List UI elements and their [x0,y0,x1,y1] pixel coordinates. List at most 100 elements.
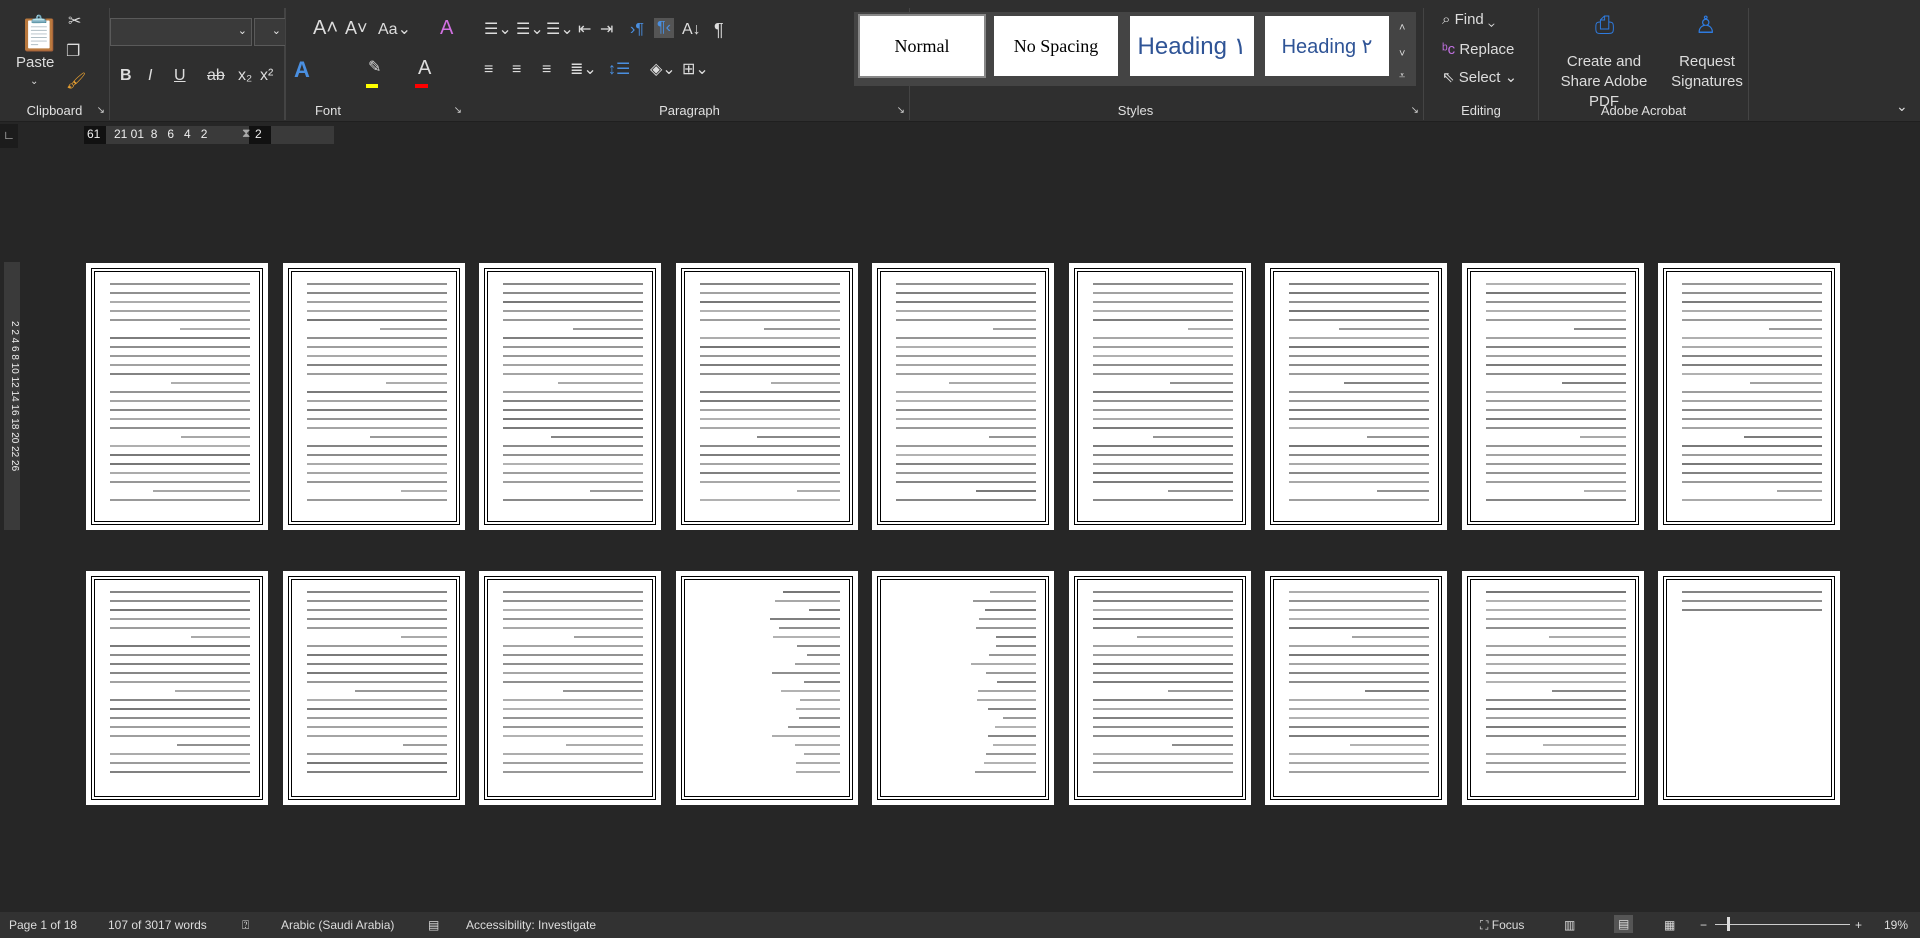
style-normal[interactable]: Normal [858,14,986,78]
style-heading-1[interactable]: Heading ١ [1130,16,1254,76]
page-thumbnail[interactable] [1068,263,1251,530]
styles-more[interactable]: ⩡ [1399,66,1405,86]
ltr-icon[interactable]: ›¶ [630,20,644,40]
page-indicator[interactable]: Page 1 of 18 [9,918,77,932]
page-thumbnail[interactable] [479,263,661,530]
zoom-slider-thumb[interactable] [1727,917,1730,931]
align-left-icon[interactable]: ≡ [484,60,493,80]
word-count[interactable]: 107 of 3017 words [108,918,207,932]
font-color-icon[interactable]: A [418,58,431,78]
text-line [699,481,840,483]
shrink-font-icon[interactable]: A˅ [345,18,368,38]
page-thumbnail[interactable] [86,571,268,805]
select-button[interactable]: ⇖ Select ⌄ [1442,68,1517,88]
text-line [379,328,447,330]
align-center-icon[interactable]: ≡ [512,60,521,80]
proofing-icon[interactable]: ⍰ [242,918,249,933]
show-formatting-icon[interactable]: ¶ [714,20,724,40]
zoom-slider[interactable] [1715,924,1850,925]
borders-icon[interactable]: ⊞⌄ [682,60,709,80]
style-no-spacing[interactable]: No Spacing [994,16,1118,76]
multilevel-list-icon[interactable]: ☰⌄ [546,20,574,40]
change-case-icon[interactable]: Aa⌄ [378,20,411,40]
indent-marker[interactable]: ⧗ [242,126,250,141]
numbering-icon[interactable]: ☰⌄ [516,20,544,40]
styles-scroll-down[interactable]: ˅ [1399,44,1405,64]
collapse-ribbon-icon[interactable]: ⌄ [1896,96,1908,116]
macro-icon[interactable]: ▤ [428,918,439,932]
text-line [772,636,840,638]
font-launcher-icon[interactable]: ↘ [454,105,462,116]
text-line [1092,672,1233,674]
text-effects-icon[interactable]: A [294,59,310,81]
text-line [503,283,643,285]
page-thumbnail[interactable] [675,571,858,805]
cut-icon[interactable]: ✂ [68,12,81,32]
underline-button[interactable]: U [174,66,186,86]
page-thumbnail[interactable] [1658,571,1840,805]
focus-button[interactable]: ⛶ Focus [1480,918,1524,933]
search-icon: ⌕ [1442,11,1451,28]
text-line [110,355,250,357]
bold-button[interactable]: B [120,66,132,86]
page-thumbnail[interactable] [872,571,1054,805]
zoom-out-button[interactable]: − [1700,918,1707,932]
replace-button[interactable]: ᵇc Replace [1442,40,1514,60]
shading-icon[interactable]: ◈⌄ [650,60,676,80]
page-thumbnail[interactable] [1265,263,1447,530]
page-thumbnail[interactable] [1068,571,1251,805]
page-thumbnail[interactable] [675,263,858,530]
clear-formatting-icon[interactable]: A [440,18,453,38]
decrease-indent-icon[interactable]: ⇤ [578,20,591,40]
bullets-icon[interactable]: ☰⌄ [484,20,512,40]
text-line [1485,373,1626,375]
increase-indent-icon[interactable]: ⇥ [600,20,613,40]
text-line [699,427,840,429]
text-line [503,726,643,728]
page-thumbnail[interactable] [1658,263,1840,530]
highlight-icon[interactable]: ✎ [368,58,381,78]
page-thumbnail[interactable] [1265,571,1447,805]
page-thumbnail[interactable] [282,263,465,530]
page-thumbnail[interactable] [872,263,1054,530]
zoom-level[interactable]: 19% [1884,918,1908,932]
zoom-in-button[interactable]: + [1855,918,1862,932]
styles-launcher-icon[interactable]: ↘ [1411,105,1419,116]
vertical-ruler[interactable]: 2 2 4 6 8 10 12 14 16 18 20 22 26 [4,262,20,530]
read-mode-icon[interactable]: ▥ [1564,918,1575,932]
grow-font-icon[interactable]: A˄ [313,18,338,38]
styles-scroll-up[interactable]: ˄ [1399,18,1405,38]
text-line [503,753,643,755]
web-layout-icon[interactable]: ▦ [1664,918,1675,932]
request-signatures-button[interactable]: Request Signatures [1667,52,1747,92]
page-thumbnail[interactable] [1461,571,1644,805]
paste-chevron-icon[interactable]: ⌄ [30,72,38,92]
horizontal-ruler[interactable]: 61 21 01 8 6 4 2 2 ⧗ [84,126,334,144]
clipboard-launcher-icon[interactable]: ↘ [97,105,105,116]
paste-icon[interactable]: 📋 [18,14,60,54]
line-spacing-icon[interactable]: ↕☰ [608,60,630,80]
text-line [152,490,250,492]
page-thumbnail[interactable] [282,571,465,805]
text-line [176,744,250,746]
format-painter-icon[interactable]: 🖌 [66,72,86,92]
text-line [1682,472,1822,474]
justify-icon[interactable]: ≣⌄ [570,60,597,80]
page-thumbnail[interactable] [479,571,661,805]
page-thumbnail[interactable] [86,263,268,530]
rtl-icon[interactable]: ¶‹ [654,18,674,38]
text-line [110,645,250,647]
tab-selector[interactable]: ∟ [0,124,18,148]
find-button[interactable]: ⌕ Find ⌄ [1442,10,1495,30]
print-layout-icon[interactable]: ▤ [1614,915,1634,933]
align-right-icon[interactable]: ≡ [542,60,551,80]
accessibility-status[interactable]: Accessibility: Investigate [466,918,596,932]
page-thumbnail[interactable] [1461,263,1644,530]
text-line [110,753,250,755]
italic-button[interactable]: I [148,66,152,86]
paste-button[interactable]: Paste [16,53,54,73]
style-heading-2[interactable]: Heading ٢ [1265,16,1389,76]
language[interactable]: Arabic (Saudi Arabia) [281,918,394,932]
copy-icon[interactable]: ❐ [66,42,80,62]
sort-icon[interactable]: A↓ [682,20,701,40]
